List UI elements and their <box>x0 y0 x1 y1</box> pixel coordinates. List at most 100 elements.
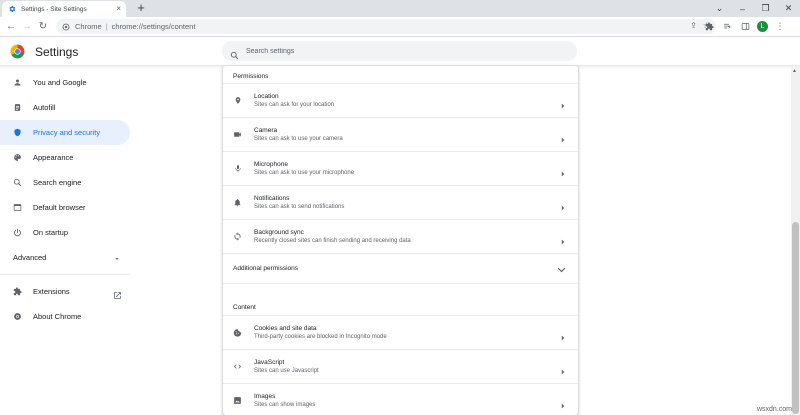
profile-avatar[interactable]: L <box>757 21 768 32</box>
search-icon <box>13 178 22 187</box>
extensions-puzzle-icon[interactable] <box>703 19 715 34</box>
chevron-right-icon <box>560 233 566 244</box>
chevron-right-icon <box>560 329 566 340</box>
chevron-right-icon <box>560 363 566 374</box>
power-icon <box>13 228 22 237</box>
share-icon[interactable]: ⇪ <box>690 21 697 30</box>
row-subtitle: Sites can ask to use your camera <box>254 136 343 142</box>
search-box[interactable] <box>222 41 577 61</box>
sync-icon <box>233 232 242 241</box>
sidebar-item-autofill[interactable]: Autofill <box>0 95 130 120</box>
microphone-icon <box>233 164 242 173</box>
maximize-button[interactable]: ❐ <box>754 0 777 17</box>
chevron-right-icon <box>560 131 566 142</box>
sidebar-item-appearance[interactable]: Appearance <box>0 145 130 170</box>
sidebar-item-label: Search engine <box>33 178 82 187</box>
sidebar-item-extensions[interactable]: Extensions <box>0 279 130 304</box>
row-title: JavaScript <box>254 359 285 366</box>
new-tab-button[interactable]: + <box>134 1 148 15</box>
content-row-images[interactable]: Images Sites can show images <box>223 383 578 415</box>
caret-down-icon <box>114 249 120 267</box>
chevron-down-icon <box>557 260 566 278</box>
browser-icon <box>13 203 22 212</box>
chevron-right-icon <box>560 165 566 176</box>
sidebar-item-privacy-and-security[interactable]: Privacy and security <box>0 120 130 145</box>
search-input[interactable] <box>246 47 546 55</box>
forward-button[interactable]: → <box>20 19 34 34</box>
sidebar-item-label: Extensions <box>33 287 70 296</box>
camera-icon <box>233 130 242 139</box>
permission-row-location[interactable]: Location Sites can ask for your location <box>223 83 578 117</box>
sidebar-item-about-chrome[interactable]: About Chrome <box>0 304 130 329</box>
reading-list-icon[interactable] <box>721 19 733 34</box>
sidebar-advanced-toggle[interactable]: Advanced <box>0 245 130 270</box>
content-row-javascript[interactable]: JavaScript Sites can use Javascript <box>223 349 578 383</box>
person-icon <box>13 78 22 87</box>
address-url: chrome://settings/content <box>111 22 196 31</box>
scroll-up-arrow-icon[interactable]: ▲ <box>792 68 797 74</box>
close-window-button[interactable]: ✕ <box>777 0 800 17</box>
browser-toolbar: ← → ↻ Chrome | chrome://settings/content… <box>0 17 800 37</box>
clipboard-icon <box>13 103 22 112</box>
sidebar-item-you-and-google[interactable]: You and Google <box>0 70 130 95</box>
back-button[interactable]: ← <box>4 19 18 34</box>
row-title: Camera <box>254 127 278 134</box>
settings-gear-icon <box>7 5 16 14</box>
row-title: Microphone <box>254 161 288 168</box>
window-controls: ⌄ – ❐ ✕ <box>708 0 800 17</box>
sidebar-item-label: On startup <box>33 228 69 237</box>
sidebar-item-label: About Chrome <box>33 312 82 321</box>
row-title: Background sync <box>254 229 304 236</box>
tab-title: Settings - Site Settings <box>21 5 87 13</box>
sidebar: You and Google Autofill Privacy and secu… <box>0 70 130 329</box>
row-subtitle: Sites can ask to send notifications <box>254 204 345 210</box>
additional-permissions-toggle[interactable]: Additional permissions <box>223 253 578 283</box>
address-bar[interactable]: Chrome | chrome://settings/content ⇪ ☆ <box>56 19 716 34</box>
row-subtitle: Sites can ask to use your microphone <box>254 170 355 176</box>
row-title: Notifications <box>254 195 290 202</box>
sidebar-item-search-engine[interactable]: Search engine <box>0 170 130 195</box>
scroll-thumb[interactable] <box>792 222 799 414</box>
tab-settings[interactable]: Settings - Site Settings × <box>2 1 126 17</box>
advanced-label: Advanced <box>13 253 47 262</box>
section-gap <box>223 283 578 301</box>
more-menu-icon[interactable]: ⋮ <box>774 19 786 34</box>
minimize-button[interactable]: – <box>731 0 754 17</box>
permission-row-camera[interactable]: Camera Sites can ask to use your camera <box>223 117 578 151</box>
location-pin-icon <box>233 96 242 105</box>
open-in-new-icon <box>113 287 122 299</box>
tab-strip: Settings - Site Settings × + ⌄ – ❐ ✕ <box>0 0 800 17</box>
sidebar-item-label: You and Google <box>33 78 87 87</box>
side-panel-icon[interactable] <box>739 19 751 34</box>
additional-permissions-label: Additional permissions <box>233 265 299 272</box>
tab-close-icon[interactable]: × <box>116 5 121 13</box>
address-scheme: Chrome <box>75 22 102 31</box>
reload-button[interactable]: ↻ <box>36 19 50 34</box>
palette-icon <box>13 153 22 162</box>
chrome-about-icon <box>13 312 22 321</box>
row-subtitle: Third-party cookies are blocked in Incog… <box>254 334 387 340</box>
code-icon <box>233 362 242 371</box>
content-section-title: Content <box>233 304 256 311</box>
sidebar-divider <box>0 274 130 275</box>
row-title: Location <box>254 93 279 100</box>
address-separator: | <box>105 22 108 31</box>
row-title: Images <box>254 393 276 400</box>
row-subtitle: Sites can show images <box>254 402 316 408</box>
chrome-logo-icon <box>10 44 25 59</box>
permission-row-microphone[interactable]: Microphone Sites can ask to use your mic… <box>223 151 578 185</box>
image-icon <box>233 396 242 405</box>
chevron-right-icon <box>560 199 566 210</box>
page-scrollbar[interactable]: ▲ <box>791 66 800 415</box>
row-subtitle: Sites can use Javascript <box>254 368 319 374</box>
sidebar-item-default-browser[interactable]: Default browser <box>0 195 130 220</box>
tab-search-icon[interactable]: ⌄ <box>708 0 731 17</box>
shield-icon <box>13 128 22 137</box>
chrome-page-icon <box>62 22 71 31</box>
permission-row-background-sync[interactable]: Background sync Recently closed sites ca… <box>223 219 578 253</box>
row-subtitle: Recently closed sites can finish sending… <box>254 238 411 244</box>
content-row-cookies[interactable]: Cookies and site data Third-party cookie… <box>223 315 578 349</box>
chevron-right-icon <box>560 97 566 108</box>
sidebar-item-on-startup[interactable]: On startup <box>0 220 130 245</box>
permission-row-notifications[interactable]: Notifications Sites can ask to send noti… <box>223 185 578 219</box>
